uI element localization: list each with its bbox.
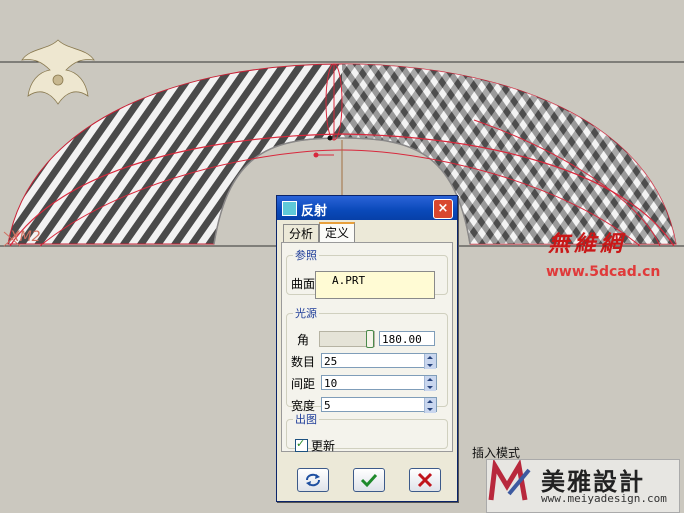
count-value: 25	[324, 355, 338, 368]
output-legend: 出图	[295, 413, 317, 426]
x-icon	[417, 472, 433, 488]
refresh-icon	[306, 473, 320, 487]
angle-slider-thumb[interactable]	[366, 330, 374, 348]
close-button[interactable]: ×	[433, 199, 453, 219]
width-input[interactable]: 5	[321, 397, 437, 413]
angle-slider[interactable]	[319, 330, 375, 348]
surface-collector[interactable]: A.PRT	[315, 271, 435, 299]
dialog-title: 反射	[301, 204, 328, 219]
csys-label: XM2	[10, 229, 41, 245]
surface-label: 曲面	[291, 277, 316, 291]
light-source-group: 光源 角 180.00 数目 25 间距 10 宽度 5	[286, 305, 448, 413]
meiya-logo-icon	[488, 460, 531, 501]
reference-group: 参照 曲面 A.PRT	[286, 247, 448, 299]
reference-legend: 参照	[295, 249, 317, 262]
output-group: 出图 更新	[286, 411, 448, 453]
spacing-input[interactable]: 10	[321, 375, 437, 391]
count-label: 数目	[291, 355, 316, 369]
refresh-button[interactable]	[297, 468, 329, 492]
dialog-window-icon	[282, 201, 297, 216]
update-checkbox[interactable]	[295, 437, 308, 452]
tab-analysis[interactable]: 分析	[283, 224, 320, 243]
count-input[interactable]: 25	[321, 353, 437, 369]
dialog-titlebar[interactable]: 反射 ×	[277, 196, 457, 220]
spacing-spinner-icon[interactable]	[424, 376, 436, 391]
watermark-5dcad-cn: 無維網	[548, 232, 627, 257]
define-tab-panel: 参照 曲面 A.PRT 光源 角 180.00 数目 25 间距 10 宽度 5…	[281, 242, 453, 453]
meiya-url-text: www.meiyadesign.com	[541, 492, 667, 505]
checkmark-icon	[360, 473, 378, 488]
angle-input[interactable]: 180.00	[379, 331, 435, 346]
cancel-button[interactable]	[409, 468, 441, 492]
update-label: 更新	[311, 439, 336, 453]
meiya-watermark: 美雅設計 www.meiyadesign.com	[486, 459, 680, 513]
reflection-dialog: 反射 × 分析 定义 参照 曲面 A.PRT 光源 角 180.00 数目 25…	[276, 195, 458, 502]
ok-button[interactable]	[353, 468, 385, 492]
light-source-legend: 光源	[295, 307, 317, 320]
spacing-value: 10	[324, 377, 338, 390]
count-spinner-icon[interactable]	[424, 354, 436, 369]
angle-label: 角	[297, 333, 310, 347]
watermark-5dcad-url: www.5dcad.cn	[546, 264, 661, 280]
tab-define[interactable]: 定义	[319, 222, 356, 244]
spacing-label: 间距	[291, 377, 316, 391]
